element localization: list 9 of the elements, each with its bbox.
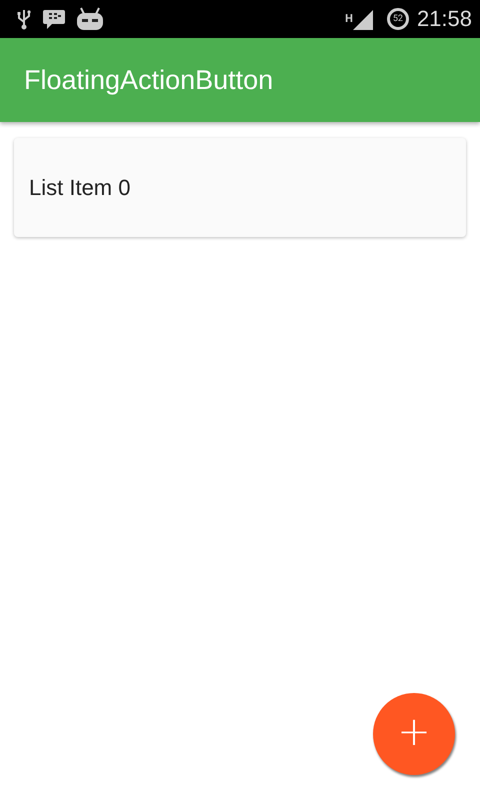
app-title: FloatingActionButton [24, 64, 274, 96]
robot-icon [76, 7, 104, 31]
network-type: H [345, 12, 353, 25]
usb-icon [16, 8, 32, 30]
chat-icon [42, 8, 66, 30]
list-item[interactable]: List Item 0 [14, 138, 466, 237]
signal-icon [352, 8, 373, 30]
clock: 21:58 [416, 6, 472, 32]
battery-indicator: 52 [386, 8, 409, 30]
